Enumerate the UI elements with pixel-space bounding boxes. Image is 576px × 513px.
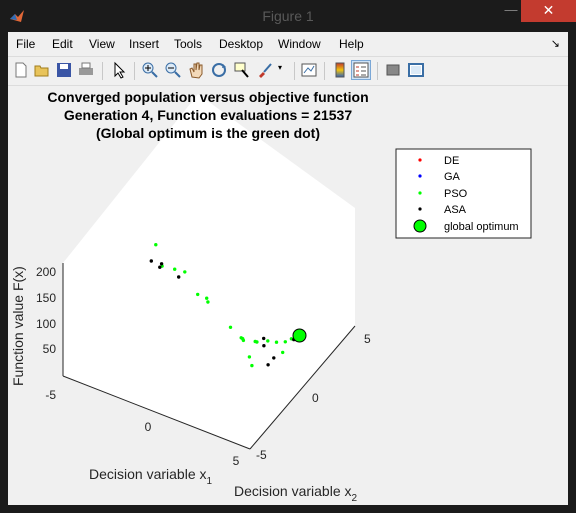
legend-marker-asa	[418, 207, 422, 211]
x-axis-label-subscript: 1	[207, 476, 213, 487]
plot-title-line: Generation 4, Function evaluations = 215…	[64, 107, 352, 123]
data-point-asa	[262, 336, 266, 341]
legend-label: GA	[444, 171, 461, 183]
legend-label: PSO	[444, 188, 468, 200]
y-tick-label: 0	[312, 391, 319, 405]
legend-icon[interactable]	[351, 60, 371, 80]
close-button[interactable]: ✕	[521, 0, 576, 22]
brush-dropdown-icon[interactable]: ▾	[278, 63, 282, 72]
x-axis-label: Decision variable x1	[89, 466, 213, 487]
data-cursor-icon[interactable]	[233, 61, 251, 79]
legend[interactable]: DE GA PSO ASA global optimum	[395, 148, 532, 239]
toolbar-separator	[294, 62, 295, 80]
menu-window[interactable]: Window	[278, 37, 321, 51]
figure-canvas: 200 150 100 50 -5 0 5 -5 0 5 Converged p…	[8, 86, 568, 504]
svg-text:Decision variable x2: Decision variable x2	[234, 483, 358, 504]
toolbar-separator	[102, 62, 103, 80]
menu-desktop[interactable]: Desktop	[219, 37, 263, 51]
legend-marker-global-optimum	[413, 219, 427, 233]
z-axis-label: Function value F(x)	[10, 266, 26, 386]
zoom-in-icon[interactable]	[141, 61, 159, 79]
svg-text:Decision variable x1: Decision variable x1	[89, 466, 213, 487]
y-axis-label: Decision variable x2	[234, 483, 358, 504]
data-point-pso	[281, 350, 285, 355]
print-icon[interactable]	[77, 61, 95, 79]
data-point-asa	[272, 356, 276, 360]
data-point-asa	[159, 262, 164, 266]
window-border-left	[0, 32, 8, 513]
hide-plot-tools-icon[interactable]	[384, 61, 402, 79]
data-point-pso	[206, 300, 210, 304]
data-point-pso	[154, 243, 158, 247]
toolbar: ▾	[8, 56, 568, 86]
data-point-asa	[262, 344, 266, 348]
title-bar[interactable]: Figure 1 — ✕	[0, 0, 576, 32]
y-axis-label-text: Decision variable x	[234, 483, 352, 499]
legend-marker-de	[418, 158, 422, 162]
colorbar-icon[interactable]	[331, 61, 349, 79]
new-figure-icon[interactable]	[12, 61, 30, 79]
x-axis-label-text: Decision variable x	[89, 466, 207, 482]
link-plot-icon[interactable]	[300, 61, 318, 79]
brush-icon[interactable]	[256, 61, 274, 79]
scatter3d-plot[interactable]: 200 150 100 50 -5 0 5 -5 0 5 Converged p…	[8, 86, 568, 504]
pan-icon[interactable]	[187, 61, 205, 79]
z-tick-label: 150	[36, 291, 56, 305]
data-point-asa	[149, 259, 153, 263]
menu-edit[interactable]: Edit	[52, 37, 73, 51]
data-point-pso	[255, 340, 259, 344]
y-axis-label-subscript: 2	[352, 493, 358, 504]
toolbar-separator	[377, 62, 378, 80]
x-tick-label: -5	[45, 388, 56, 402]
plot-title-line: Converged population versus objective fu…	[47, 89, 368, 105]
z-tick-label: 100	[36, 317, 56, 331]
data-point-pso	[266, 339, 270, 343]
legend-marker-pso	[418, 191, 422, 195]
z-tick-label: 50	[43, 342, 57, 356]
open-file-icon[interactable]	[33, 61, 51, 79]
menu-tools[interactable]: Tools	[174, 37, 202, 51]
plot-title-line: (Global optimum is the green dot)	[96, 125, 320, 141]
menu-bar: File Edit View Insert Tools Desktop Wind…	[8, 32, 568, 56]
data-point-pso	[228, 325, 233, 329]
window-border-right	[568, 32, 576, 513]
data-point-pso	[241, 338, 246, 343]
y-tick-label: 5	[364, 332, 371, 346]
data-point-pso	[274, 340, 279, 344]
rotate-3d-icon[interactable]	[210, 61, 228, 79]
toolbar-separator	[324, 62, 325, 80]
z-tick-label: 200	[36, 265, 56, 279]
toolbar-separator	[134, 62, 135, 80]
data-point-asa	[158, 265, 162, 269]
data-point-pso	[247, 355, 252, 359]
legend-marker-ga	[418, 174, 422, 178]
data-point-pso	[283, 340, 287, 344]
menu-file[interactable]: File	[16, 37, 35, 51]
zoom-out-icon[interactable]	[164, 61, 182, 79]
data-point-pso	[173, 267, 177, 271]
data-point-pso	[196, 292, 200, 297]
pointer-icon[interactable]	[110, 61, 128, 79]
menu-help[interactable]: Help	[339, 37, 364, 51]
x-tick-label: 5	[233, 454, 240, 468]
data-point-asa	[266, 363, 270, 367]
show-plot-tools-icon[interactable]	[407, 61, 425, 79]
menu-view[interactable]: View	[89, 37, 115, 51]
legend-label: DE	[444, 155, 459, 167]
y-tick-label: -5	[256, 448, 267, 462]
legend-label: ASA	[444, 204, 467, 216]
data-point-pso	[183, 270, 187, 274]
legend-label: global optimum	[444, 221, 519, 233]
data-point-pso	[250, 363, 254, 368]
save-icon[interactable]	[55, 61, 73, 79]
menu-insert[interactable]: Insert	[129, 37, 159, 51]
dock-arrow-icon[interactable]: ↘	[551, 37, 560, 50]
data-point-pso	[205, 296, 209, 300]
data-point-asa	[177, 275, 181, 279]
window-title: Figure 1	[262, 8, 314, 24]
window-border-bottom	[0, 505, 576, 513]
global-optimum-marker	[292, 328, 307, 343]
x-tick-label: 0	[145, 420, 152, 434]
